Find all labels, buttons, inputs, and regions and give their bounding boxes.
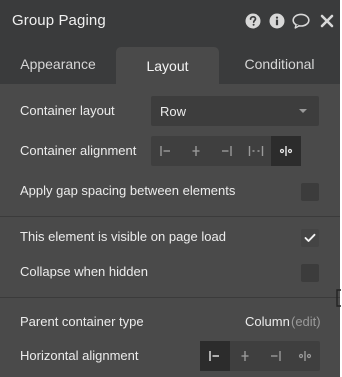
container-layout-dropdown[interactable]: Row (151, 96, 319, 126)
visible-on-load-label: This element is visible on page load (20, 229, 226, 244)
align-end-icon[interactable] (211, 136, 241, 166)
align-left-icon[interactable] (200, 341, 230, 371)
edit-parent-container-link[interactable]: (edit) (291, 314, 321, 329)
parent-container-label: Parent container type (20, 314, 144, 329)
panel-title: Group Paging (12, 12, 106, 29)
section-divider (0, 297, 340, 298)
tab-bar: Appearance Layout Conditional (0, 44, 340, 84)
space-around-icon[interactable] (290, 341, 320, 371)
container-layout-label: Container layout (20, 103, 115, 118)
tab-appearance[interactable]: Appearance (0, 44, 116, 84)
tab-label: Layout (146, 57, 189, 74)
collapse-when-hidden-label: Collapse when hidden (20, 264, 148, 279)
align-center-icon[interactable] (230, 341, 260, 371)
checkmark-icon (304, 233, 316, 242)
gap-spacing-label: Apply gap spacing between elements (20, 183, 236, 198)
help-icon[interactable] (244, 12, 262, 30)
info-icon[interactable] (268, 12, 286, 30)
space-around-icon[interactable] (271, 136, 301, 166)
tab-label: Appearance (20, 56, 96, 72)
gap-spacing-checkbox[interactable] (301, 183, 319, 201)
horizontal-alignment-label: Horizontal alignment (20, 348, 139, 363)
align-right-icon[interactable] (260, 341, 290, 371)
chevron-down-icon (299, 109, 307, 113)
container-layout-value: Row (160, 104, 187, 119)
tab-label: Conditional (244, 56, 315, 72)
horizontal-alignment-control (200, 341, 320, 371)
close-icon[interactable] (318, 12, 336, 30)
align-center-icon[interactable] (181, 136, 211, 166)
container-alignment-label: Container alignment (20, 143, 137, 158)
align-start-icon[interactable] (151, 136, 181, 166)
section-divider (0, 216, 340, 217)
space-between-icon[interactable] (241, 136, 271, 166)
canvas-selection-mark (336, 289, 341, 307)
collapse-when-hidden-checkbox[interactable] (301, 264, 319, 282)
parent-container-value: Column (245, 314, 290, 329)
container-alignment-control (151, 136, 301, 166)
comment-icon[interactable] (292, 12, 310, 30)
property-editor-panel: Group Paging Appearance Layout Condition… (0, 0, 340, 377)
visible-on-load-checkbox[interactable] (301, 229, 319, 247)
tab-layout[interactable]: Layout (116, 47, 219, 84)
tab-conditional[interactable]: Conditional (219, 44, 340, 84)
panel-header[interactable]: Group Paging (0, 0, 340, 44)
